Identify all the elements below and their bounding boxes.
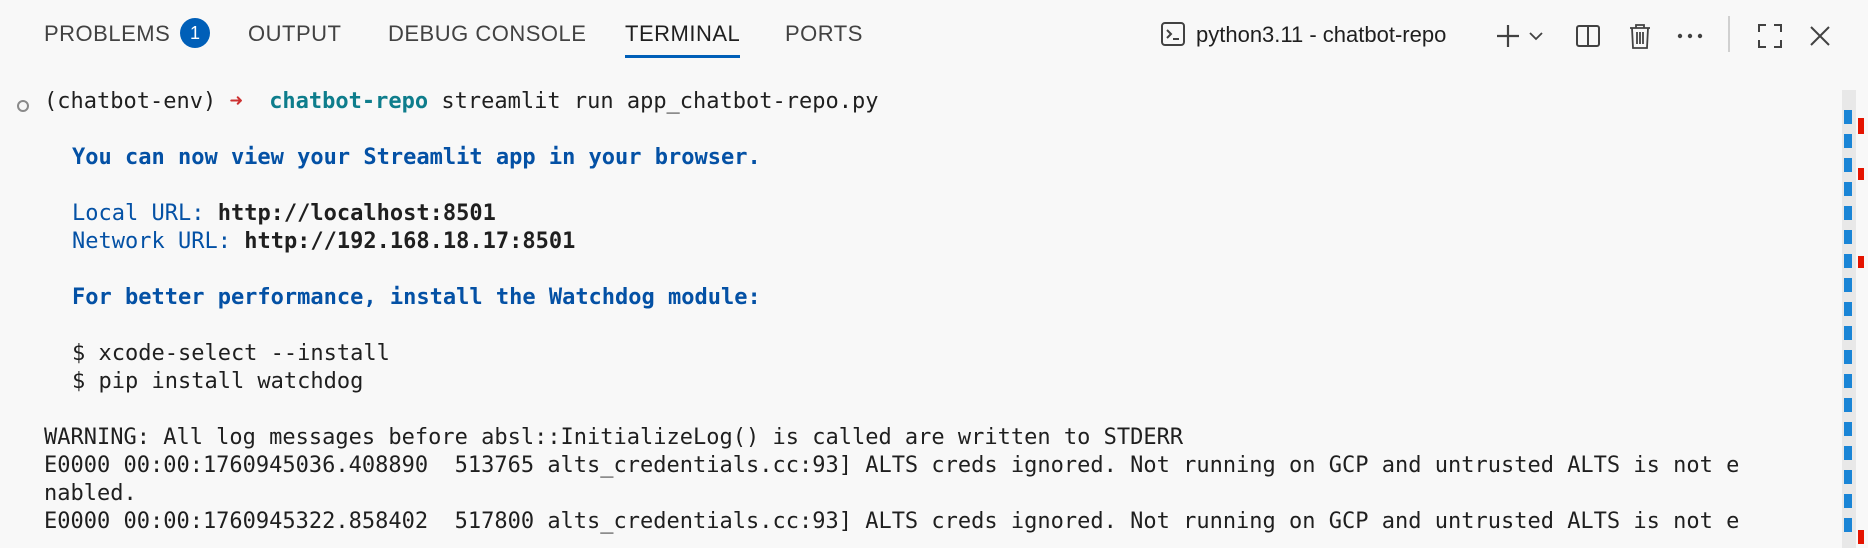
add-terminal-icon[interactable] (1490, 18, 1526, 54)
error-line-2: E0000 00:00:1760945322.858402 517800 alt… (44, 509, 1740, 534)
scroll-marker (1844, 278, 1852, 292)
terminal-icon (1161, 22, 1185, 47)
view-message: You can now view your Streamlit app in y… (72, 145, 761, 170)
scroll-marker (1844, 254, 1852, 268)
error-marker (1858, 530, 1864, 544)
error-marker (1858, 168, 1864, 180)
scroll-marker (1844, 326, 1852, 340)
tab-output-label: OUTPUT (248, 21, 342, 46)
prompt-arrow-icon: ➜ (229, 89, 243, 114)
scroll-marker (1844, 374, 1852, 388)
local-url-link[interactable]: http://localhost:8501 (218, 201, 496, 226)
error-marker (1858, 118, 1864, 134)
tab-problems[interactable]: PROBLEMS 1 (44, 18, 211, 56)
scroll-marker (1844, 398, 1852, 412)
panel-tab-bar: PROBLEMS 1 OUTPUT DEBUG CONSOLE TERMINAL … (0, 0, 1868, 70)
prompt-line: (chatbot-env) ➜ chatbot-repo streamlit r… (44, 88, 878, 116)
split-icon[interactable] (1570, 18, 1606, 54)
scroll-marker (1844, 206, 1852, 220)
scroll-marker (1844, 134, 1852, 148)
prompt-env: (chatbot-env) (44, 89, 217, 114)
tab-problems-label: PROBLEMS (44, 21, 171, 46)
warning-line: WARNING: All log messages before absl::I… (44, 425, 1184, 450)
install-command-1: $ xcode-select --install (72, 341, 390, 366)
terminal-scrollbar[interactable] (1836, 70, 1868, 548)
tab-debug-console-label: DEBUG CONSOLE (388, 21, 587, 46)
tab-debug-console[interactable]: DEBUG CONSOLE (388, 20, 586, 56)
terminal-selector[interactable]: python3.11 - chatbot-repo (1160, 20, 1446, 52)
error-line-1: E0000 00:00:1760945036.408890 513765 alt… (44, 453, 1740, 478)
scroll-marker (1844, 110, 1852, 124)
scroll-marker (1844, 230, 1852, 244)
network-url-link[interactable]: http://192.168.18.17:8501 (244, 229, 575, 254)
prompt-dir: chatbot-repo (269, 89, 429, 114)
scroll-marker (1844, 350, 1852, 364)
install-command-2: $ pip install watchdog (72, 369, 364, 394)
tab-ports-label: PORTS (785, 21, 863, 46)
local-url-line: Local URL: http://localhost:8501 (72, 200, 496, 228)
command-text: streamlit run app_chatbot-repo.py (441, 89, 879, 114)
trash-icon[interactable] (1622, 18, 1658, 54)
more-icon[interactable] (1672, 18, 1708, 54)
actions-separator (1728, 16, 1730, 52)
scroll-marker (1844, 518, 1852, 532)
network-url-line: Network URL: http://192.168.18.17:8501 (72, 228, 575, 256)
network-url-label: Network URL: (72, 229, 231, 254)
close-icon[interactable] (1802, 18, 1838, 54)
terminal-output[interactable]: (chatbot-env) ➜ chatbot-repo streamlit r… (0, 88, 1836, 548)
problems-count-badge: 1 (180, 18, 211, 49)
scroll-marker (1844, 446, 1852, 460)
error-marker (1858, 256, 1864, 268)
local-url-label: Local URL: (72, 201, 205, 226)
scroll-marker (1844, 302, 1852, 316)
tab-terminal-label: TERMINAL (625, 21, 741, 46)
scroll-marker (1844, 422, 1852, 436)
scroll-marker (1844, 494, 1852, 508)
tab-output[interactable]: OUTPUT (248, 20, 341, 56)
terminal-panel: PROBLEMS 1 OUTPUT DEBUG CONSOLE TERMINAL … (0, 0, 1868, 548)
error-line-1-wrap: nabled. (44, 481, 137, 506)
maximize-icon[interactable] (1752, 18, 1788, 54)
scroll-marker (1844, 182, 1852, 196)
scroll-marker (1844, 158, 1852, 172)
tab-terminal[interactable]: TERMINAL (625, 20, 741, 58)
chevron-down-icon[interactable] (1524, 18, 1548, 54)
tab-ports[interactable]: PORTS (785, 20, 863, 56)
scroll-marker (1844, 470, 1852, 484)
terminal-selector-label: python3.11 - chatbot-repo (1196, 22, 1447, 47)
performance-message: For better performance, install the Watc… (72, 285, 761, 310)
